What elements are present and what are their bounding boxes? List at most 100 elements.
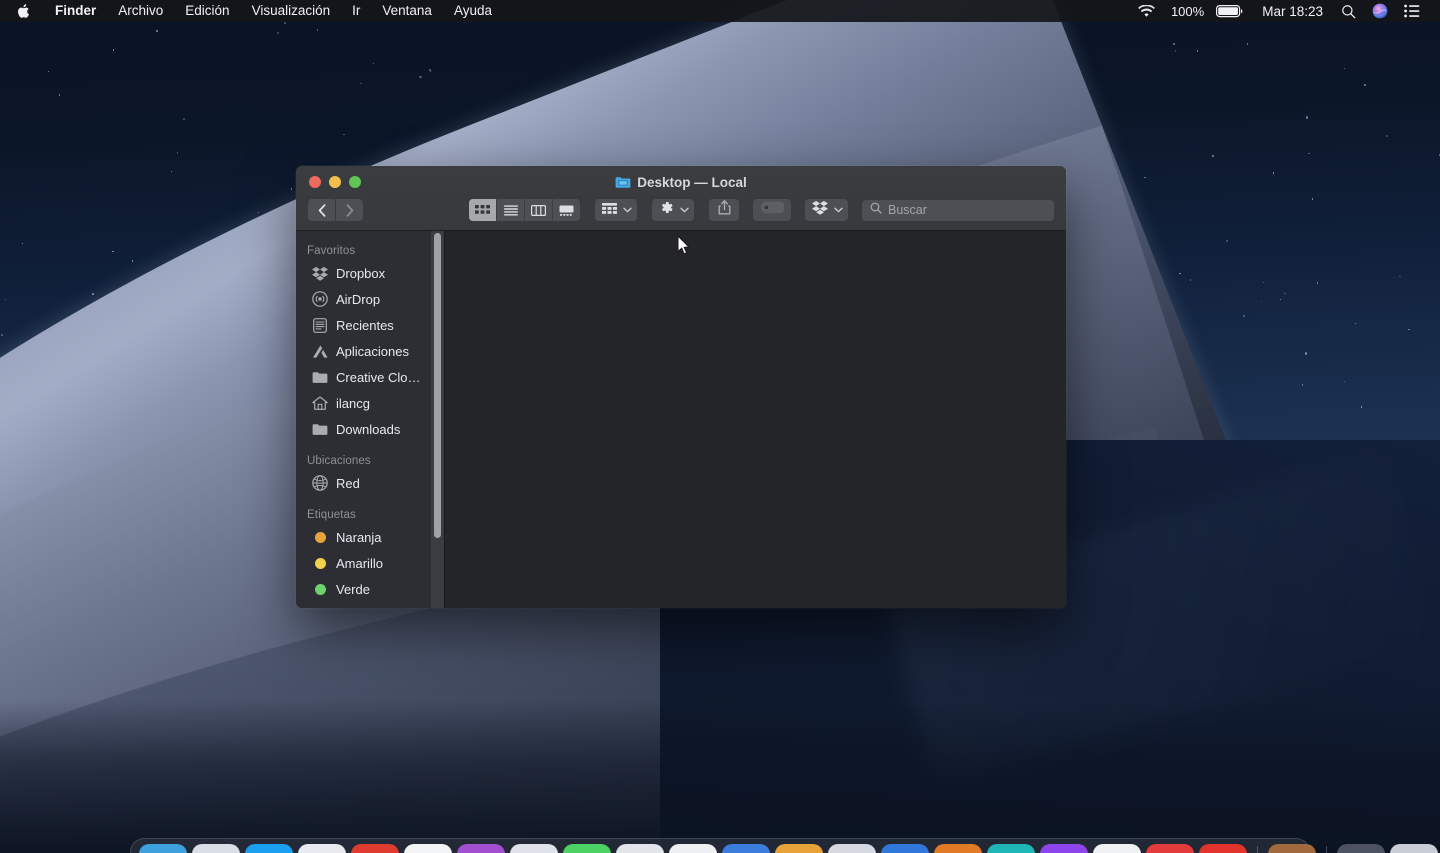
- sidebar-item-dropbox[interactable]: Dropbox: [296, 260, 444, 286]
- tag-button[interactable]: [753, 199, 791, 221]
- sidebar-item-red[interactable]: Red: [296, 470, 444, 496]
- applications-icon: [312, 343, 328, 359]
- gallery-view-button[interactable]: [553, 199, 580, 221]
- window-titlebar[interactable]: Desktop — Local Buscar: [296, 166, 1066, 231]
- home-icon: [312, 395, 328, 411]
- recents-clock-icon: [312, 317, 328, 333]
- dock-item-mail[interactable]: [722, 844, 770, 853]
- dock-item-messages[interactable]: [563, 844, 611, 853]
- dock-separator: [1326, 846, 1327, 853]
- menu-bar-status: 100% Mar 18:23: [1130, 0, 1440, 22]
- navigation-buttons: [308, 199, 363, 221]
- dock-item-videoconference[interactable]: [351, 844, 399, 853]
- sidebar-item-label: Naranja: [336, 529, 382, 545]
- network-globe-icon: [312, 475, 328, 491]
- dock-item-photos-app[interactable]: [669, 844, 717, 853]
- sidebar-item-label: Azul: [336, 608, 361, 609]
- dock-item-documents-stack[interactable]: [1390, 844, 1438, 853]
- dock[interactable]: [130, 838, 1438, 853]
- apple-logo-icon[interactable]: [0, 3, 44, 19]
- sidebar-item-tag-verde[interactable]: Verde: [296, 576, 444, 602]
- dropbox-icon: [312, 265, 328, 281]
- menu-item-ir[interactable]: Ir: [341, 0, 371, 22]
- window-body: Favoritos Dropbox AirDrop Recientes Apli…: [296, 231, 1066, 608]
- window-title-bar-title: Desktop — Local: [296, 175, 1066, 190]
- dock-item-code-editor-orange[interactable]: [934, 844, 982, 853]
- sidebar-item-recientes[interactable]: Recientes: [296, 312, 444, 338]
- sidebar-item-airdrop[interactable]: AirDrop: [296, 286, 444, 312]
- battery-percent-label: 100%: [1170, 3, 1205, 19]
- chevron-down-icon: [834, 206, 843, 215]
- chevron-down-icon: [623, 206, 632, 215]
- desktop-screen: Finder Archivo Edición Visualización Ir …: [0, 0, 1440, 853]
- sidebar-item-creative-cloud[interactable]: Creative Clo…: [296, 364, 444, 390]
- menu-app-name[interactable]: Finder: [44, 0, 107, 22]
- dock-item-music-app[interactable]: [828, 844, 876, 853]
- menu-item-edicion[interactable]: Edición: [174, 0, 240, 22]
- sidebar-item-label: Amarillo: [336, 555, 383, 571]
- magnifier-icon: [870, 201, 882, 219]
- sidebar-item-tag-naranja[interactable]: Naranja: [296, 524, 444, 550]
- sidebar-item-tag-amarillo[interactable]: Amarillo: [296, 550, 444, 576]
- menu-bar-left: Finder Archivo Edición Visualización Ir …: [0, 0, 503, 22]
- dock-item-white-app[interactable]: [1093, 844, 1141, 853]
- dock-item-finder[interactable]: [139, 844, 187, 853]
- share-button[interactable]: [709, 199, 739, 221]
- dock-item-user-avatar[interactable]: [1268, 844, 1316, 853]
- dropbox-menu-button[interactable]: [805, 199, 848, 221]
- close-button[interactable]: [309, 176, 321, 188]
- dock-item-audio-app[interactable]: [775, 844, 823, 853]
- dock-item-siri[interactable]: [192, 844, 240, 853]
- sidebar-item-aplicaciones[interactable]: Aplicaciones: [296, 338, 444, 364]
- dock-item-creative-app-purple[interactable]: [457, 844, 505, 853]
- back-button[interactable]: [308, 199, 335, 221]
- airdrop-icon: [312, 291, 328, 307]
- icon-view-button[interactable]: [469, 199, 497, 221]
- sidebar-item-downloads[interactable]: Downloads: [296, 416, 444, 442]
- arrange-button[interactable]: [595, 199, 637, 221]
- siri-icon[interactable]: [1364, 0, 1396, 22]
- sidebar-item-ilancg[interactable]: ilancg: [296, 390, 444, 416]
- search-placeholder: Buscar: [888, 203, 927, 217]
- sidebar-scrollbar-thumb[interactable]: [434, 233, 441, 538]
- minimize-button[interactable]: [329, 176, 341, 188]
- sidebar-item-label: AirDrop: [336, 291, 381, 307]
- search-input[interactable]: Buscar: [862, 199, 1054, 221]
- file-list-area[interactable]: [444, 231, 1066, 608]
- dock-item-safari[interactable]: [245, 844, 293, 853]
- dock-item-document-app[interactable]: [510, 844, 558, 853]
- forward-button[interactable]: [336, 199, 363, 221]
- finder-sidebar[interactable]: Favoritos Dropbox AirDrop Recientes Apli…: [296, 231, 444, 608]
- dock-item-folder-stack[interactable]: [1337, 844, 1385, 853]
- wifi-icon[interactable]: [1130, 0, 1163, 22]
- menu-item-archivo[interactable]: Archivo: [107, 0, 174, 22]
- control-center-icon[interactable]: [1396, 0, 1428, 22]
- dock-item-launchpad[interactable]: [616, 844, 664, 853]
- dock-item-opera[interactable]: [1146, 844, 1194, 853]
- blue-folder-icon: [615, 176, 631, 189]
- column-view-button[interactable]: [525, 199, 553, 221]
- menu-item-ventana[interactable]: Ventana: [371, 0, 443, 22]
- dock-item-text-editor[interactable]: [298, 844, 346, 853]
- finder-toolbar: Buscar: [296, 195, 1066, 225]
- sidebar-scrollbar-track[interactable]: [431, 231, 444, 608]
- tag-dot-icon: [312, 607, 328, 608]
- maximize-button[interactable]: [349, 176, 361, 188]
- sidebar-item-tag-azul[interactable]: Azul: [296, 602, 444, 609]
- dock-separator: [1257, 846, 1258, 853]
- menu-bar-clock[interactable]: Mar 18:23: [1252, 0, 1333, 22]
- dock-item-purple-app[interactable]: [1040, 844, 1088, 853]
- dock-item-red-app[interactable]: [1199, 844, 1247, 853]
- battery-full-icon[interactable]: [1208, 0, 1252, 22]
- menu-item-visualizacion[interactable]: Visualización: [241, 0, 342, 22]
- list-view-button[interactable]: [497, 199, 525, 221]
- dock-item-terminal-teal[interactable]: [987, 844, 1035, 853]
- dock-item-calculator[interactable]: [881, 844, 929, 853]
- sidebar-item-label: Recientes: [336, 317, 394, 333]
- spotlight-search-icon[interactable]: [1333, 0, 1364, 22]
- menu-item-ayuda[interactable]: Ayuda: [443, 0, 503, 22]
- finder-window[interactable]: Desktop — Local Buscar Favoritos Dropbox…: [296, 166, 1066, 608]
- action-menu-button[interactable]: [652, 199, 694, 221]
- folder-icon: [312, 421, 328, 437]
- dock-item-notes[interactable]: [404, 844, 452, 853]
